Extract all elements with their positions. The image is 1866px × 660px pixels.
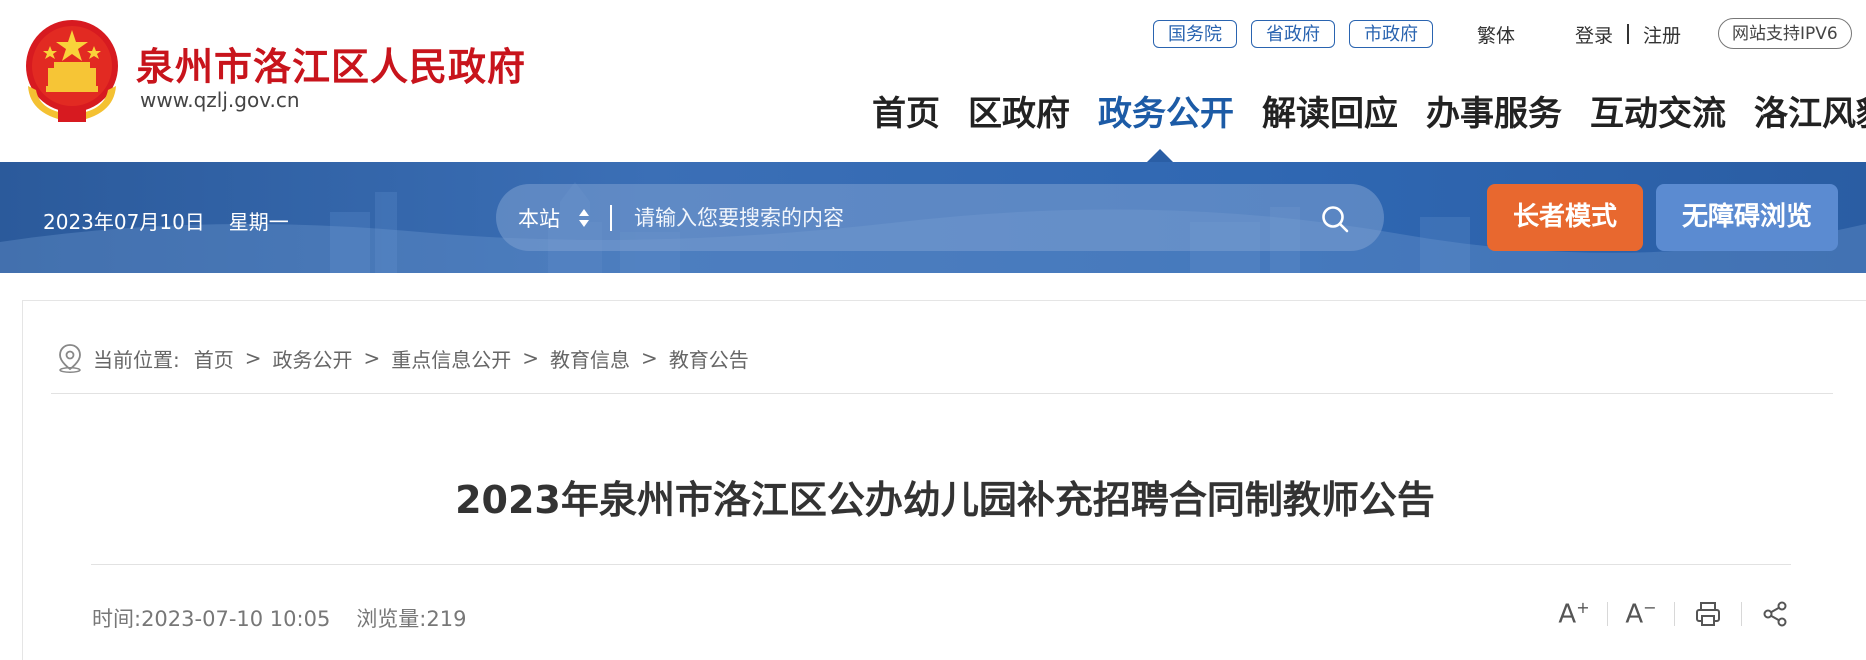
search-box: 本站 bbox=[496, 184, 1384, 251]
tool-divider bbox=[1741, 602, 1742, 626]
search-icon[interactable] bbox=[1320, 204, 1350, 234]
link-state-council[interactable]: 国务院 bbox=[1153, 20, 1237, 48]
divider bbox=[1627, 24, 1630, 44]
nav-gov-affairs[interactable]: 政务公开 bbox=[1098, 86, 1234, 135]
article-container: 当前位置: 首页 > 政务公开 > 重点信息公开 > 教育信息 > 教育公告 2… bbox=[22, 300, 1866, 660]
article-meta: 时间:2023-07-10 10:05 浏览量:219 bbox=[92, 603, 492, 633]
breadcrumb-separator: > bbox=[363, 346, 381, 370]
link-province-gov[interactable]: 省政府 bbox=[1251, 20, 1335, 48]
breadcrumb: 当前位置: 首页 > 政务公开 > 重点信息公开 > 教育信息 > 教育公告 bbox=[57, 343, 749, 373]
breadcrumb-separator: > bbox=[244, 346, 262, 370]
current-date: 2023年07月10日 星期一 bbox=[43, 206, 313, 235]
nav-luojiang-scenery[interactable]: 洛江风貌 bbox=[1754, 86, 1866, 135]
share-button[interactable] bbox=[1758, 597, 1792, 631]
nav-district-gov[interactable]: 区政府 bbox=[968, 86, 1070, 135]
search-bar-banner: 2023年07月10日星期一 本站 长者模式 无障碍浏览 bbox=[0, 162, 1866, 273]
nav-interaction[interactable]: 互动交流 bbox=[1590, 86, 1726, 135]
breadcrumb-key-info[interactable]: 重点信息公开 bbox=[391, 344, 511, 373]
breadcrumb-divider bbox=[51, 393, 1833, 394]
title-divider bbox=[91, 564, 1791, 565]
breadcrumb-separator: > bbox=[641, 346, 658, 370]
national-emblem-logo[interactable] bbox=[20, 16, 124, 126]
view-count: 浏览量:219 bbox=[356, 607, 467, 631]
search-scope-select[interactable]: 本站 bbox=[518, 203, 560, 233]
breadcrumb-home[interactable]: 首页 bbox=[194, 344, 234, 373]
site-name[interactable]: 泉州市洛江区人民政府 bbox=[136, 36, 526, 91]
font-increase-icon: A+ bbox=[1558, 598, 1590, 630]
share-icon bbox=[1763, 601, 1787, 627]
publish-time: 时间:2023-07-10 10:05 bbox=[92, 607, 331, 631]
register-link[interactable]: 注册 bbox=[1643, 21, 1681, 48]
login-link[interactable]: 登录 bbox=[1575, 21, 1613, 48]
site-url: www.qzlj.gov.cn bbox=[140, 88, 300, 112]
main-nav: 首页 区政府 政务公开 解读回应 办事服务 互动交流 洛江风貌 bbox=[872, 86, 1866, 135]
breadcrumb-gov-affairs[interactable]: 政务公开 bbox=[273, 344, 353, 373]
breadcrumb-education-notice[interactable]: 教育公告 bbox=[669, 344, 749, 373]
font-decrease-icon: A− bbox=[1625, 598, 1657, 630]
breadcrumb-separator: > bbox=[522, 346, 540, 370]
weekday: 星期一 bbox=[228, 210, 289, 234]
tool-divider bbox=[1607, 602, 1608, 626]
breadcrumb-label: 当前位置: bbox=[93, 347, 180, 372]
article-tools: A+ A− bbox=[1557, 597, 1792, 631]
site-header: 泉州市洛江区人民政府 www.qzlj.gov.cn 国务院 省政府 市政府 繁… bbox=[0, 0, 1866, 163]
nav-home[interactable]: 首页 bbox=[872, 86, 940, 135]
active-nav-caret bbox=[1146, 149, 1174, 163]
print-icon bbox=[1696, 602, 1720, 626]
top-links: 国务院 省政府 市政府 繁体 登录 注册 bbox=[1153, 18, 1681, 50]
sort-arrows-icon[interactable] bbox=[578, 207, 590, 229]
location-pin-icon bbox=[59, 344, 81, 373]
nav-services[interactable]: 办事服务 bbox=[1426, 86, 1562, 135]
search-input[interactable] bbox=[632, 196, 1316, 239]
nav-interpretation[interactable]: 解读回应 bbox=[1262, 86, 1398, 135]
ipv6-badge: 网站支持IPV6 bbox=[1718, 18, 1852, 49]
date-value: 2023年07月10日 bbox=[43, 210, 205, 234]
font-increase-button[interactable]: A+ bbox=[1557, 597, 1591, 631]
article-title: 2023年泉州市洛江区公办幼儿园补充招聘合同制教师公告 bbox=[455, 478, 1435, 522]
print-button[interactable] bbox=[1691, 597, 1725, 631]
tool-divider bbox=[1674, 602, 1675, 626]
font-decrease-button[interactable]: A− bbox=[1624, 597, 1658, 631]
breadcrumb-education-info[interactable]: 教育信息 bbox=[550, 344, 630, 373]
link-city-gov[interactable]: 市政府 bbox=[1349, 20, 1433, 48]
search-divider bbox=[610, 204, 612, 231]
elder-mode-button[interactable]: 长者模式 bbox=[1487, 184, 1643, 251]
traditional-chinese-link[interactable]: 繁体 bbox=[1477, 21, 1515, 48]
accessible-browsing-button[interactable]: 无障碍浏览 bbox=[1656, 184, 1838, 251]
